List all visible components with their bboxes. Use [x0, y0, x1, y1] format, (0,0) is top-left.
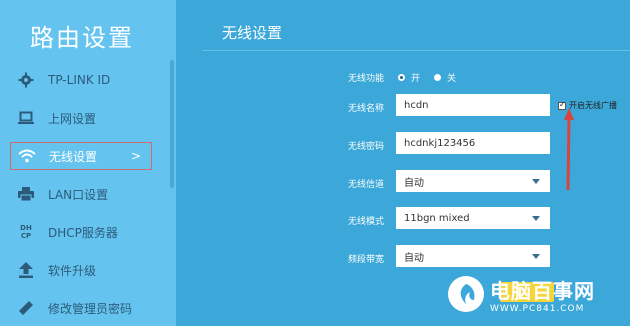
upload-icon	[16, 260, 36, 280]
laptop-icon	[16, 108, 36, 128]
sidebar-item-tplink-id[interactable]: TP-LINK ID	[10, 66, 152, 94]
sidebar-item-lan[interactable]: LAN口设置	[10, 180, 152, 208]
pencil-icon	[16, 298, 36, 318]
sidebar-item-admin-password[interactable]: 修改管理员密码	[10, 294, 152, 322]
dhcp-icon: DH CP	[20, 224, 32, 240]
sidebar-item-upgrade[interactable]: 软件升级	[10, 256, 152, 284]
sidebar-item-label: DHCP服务器	[48, 225, 118, 240]
printer-icon	[16, 184, 36, 204]
sidebar-title: 路由设置	[30, 24, 134, 52]
sidebar: 路由设置 TP-LINK ID 上网设置 无线设置 > LAN口设置 DH CP…	[0, 0, 176, 326]
sidebar-item-internet[interactable]: 上网设置	[10, 104, 152, 132]
sidebar-item-label: 上网设置	[48, 111, 97, 126]
wifi-icon	[17, 146, 37, 166]
sidebar-item-label: LAN口设置	[48, 187, 109, 202]
gear-icon	[16, 70, 36, 90]
sidebar-scrollbar[interactable]	[170, 60, 174, 188]
sidebar-item-label: 无线设置	[49, 149, 98, 164]
sidebar-item-wireless[interactable]: 无线设置 >	[10, 142, 152, 170]
watermark-url: WWW.PC841.COM	[490, 303, 585, 314]
sidebar-item-label: 软件升级	[48, 263, 97, 278]
watermark: 电脑百事网 WWW.PC841.COM	[448, 266, 628, 322]
sidebar-item-label: TP-LINK ID	[48, 73, 111, 87]
sidebar-item-label: 修改管理员密码	[48, 301, 133, 316]
sidebar-item-dhcp[interactable]: DH CP DHCP服务器	[10, 218, 152, 246]
watermark-name: 电脑百事网	[490, 278, 595, 303]
chevron-right-icon: >	[130, 149, 141, 163]
watermark-logo-icon	[448, 276, 484, 312]
